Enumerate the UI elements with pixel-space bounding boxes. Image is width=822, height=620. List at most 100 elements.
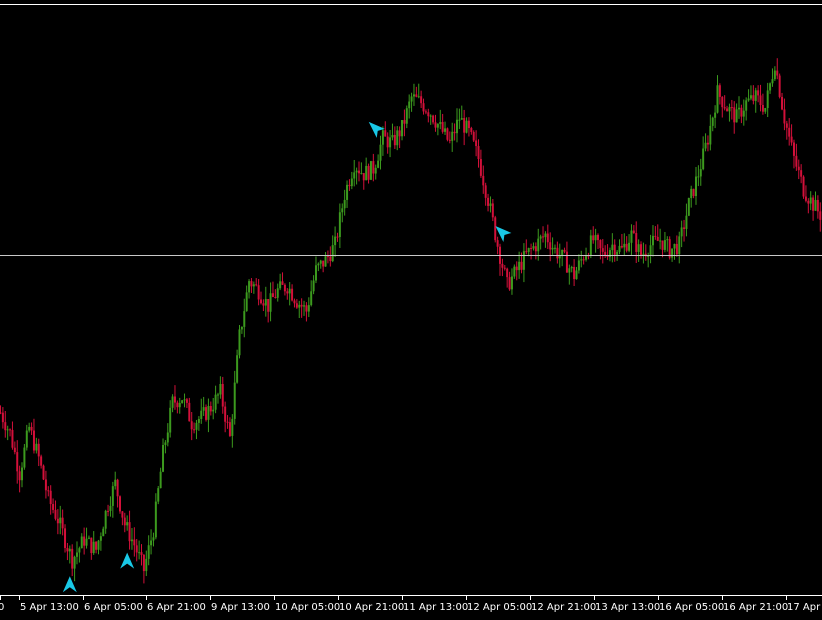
candle-body (111, 486, 114, 506)
candle-body (534, 246, 537, 252)
candle-body (723, 107, 726, 109)
candle-body (183, 399, 186, 401)
candle-body (6, 429, 9, 431)
candle-body (589, 235, 592, 256)
candle-body (281, 281, 284, 285)
candle-body (783, 109, 786, 124)
candle-body (711, 117, 714, 126)
candle-body (142, 554, 145, 572)
candle-body (353, 172, 356, 179)
candle-body (747, 98, 750, 101)
candle-body (23, 447, 26, 468)
candle-body (260, 299, 263, 304)
candle-body (386, 136, 389, 148)
x-tick-label: 10 Apr 21:00 (339, 602, 404, 613)
x-tick-label: 13 Apr 13:00 (595, 602, 660, 613)
candle-body (236, 355, 239, 383)
candle-body (778, 75, 781, 97)
candle-body (532, 246, 535, 249)
candle-body (42, 465, 45, 480)
candle-body (702, 148, 705, 170)
candle-body (580, 259, 583, 261)
candle-body (671, 248, 674, 258)
candle-body (164, 442, 167, 445)
candle-body (298, 304, 301, 308)
candle-body (362, 173, 365, 181)
candle-body (436, 124, 439, 128)
candle-body (216, 394, 219, 396)
candle-body (484, 185, 487, 198)
x-tick-label: 12 Apr 21:00 (531, 602, 596, 613)
candle-body (714, 112, 717, 118)
candle-body (429, 115, 432, 117)
candle-body (704, 142, 707, 149)
candle-body (197, 419, 200, 423)
candle-body (173, 396, 176, 403)
candle-body (819, 211, 822, 220)
candle-body (625, 243, 628, 251)
candle-body (697, 176, 700, 178)
candle-body (525, 251, 528, 253)
candle-body (592, 235, 595, 241)
x-tick-label: 11 Apr 13:00 (403, 602, 468, 613)
candle-body (424, 111, 427, 113)
candle-body (687, 198, 690, 216)
candle-body (546, 233, 549, 243)
candle-body (21, 467, 24, 481)
candle-body (209, 405, 212, 412)
candle-body (365, 165, 368, 181)
candle-body (759, 95, 762, 106)
candle-body (243, 311, 246, 327)
candle-body (771, 79, 774, 84)
candle-body (245, 292, 248, 312)
candle-body (73, 556, 76, 569)
candle-body (668, 239, 671, 258)
candle-body (150, 540, 153, 546)
candle-body (757, 90, 760, 96)
candle-body (157, 488, 160, 502)
candle-body (616, 251, 619, 255)
candle-body (32, 430, 35, 451)
candle-body (496, 240, 499, 247)
candle-body (766, 90, 769, 109)
candle-body (563, 249, 566, 252)
candle-body (130, 539, 133, 542)
candle-body (384, 130, 387, 137)
x-tick-label: 12 Apr 05:00 (467, 602, 532, 613)
candle-body (637, 244, 640, 252)
candle-body (252, 284, 255, 287)
candle-body (761, 105, 764, 112)
x-tick-label: 6 Apr 05:00 (84, 602, 143, 613)
candle-body (87, 537, 90, 539)
candle-body (520, 261, 523, 270)
candle-body (451, 131, 454, 141)
candle-body (80, 536, 83, 549)
candle-body (109, 505, 112, 511)
candle-body (706, 142, 709, 145)
candle-body (233, 382, 236, 419)
candle-body (202, 407, 205, 411)
x-tick-label: 0 (0, 602, 4, 613)
candle-body (733, 107, 736, 123)
candle-body (59, 517, 62, 524)
x-tick-label: 5 Apr 13:00 (20, 602, 79, 613)
candle-body (812, 197, 815, 211)
candle-body (640, 244, 643, 256)
candle-body (745, 100, 748, 111)
candle-body (472, 132, 475, 141)
candle-body (121, 511, 124, 518)
chart-background (0, 0, 822, 620)
candle-body (663, 240, 666, 250)
candle-body (159, 471, 162, 489)
candle-body (510, 276, 513, 290)
candle-body (195, 422, 198, 430)
candle-body (35, 443, 38, 451)
candle-body (226, 421, 229, 423)
candle-body (573, 266, 576, 280)
candle-body (350, 178, 353, 187)
candle-body (537, 238, 540, 252)
candle-body (565, 251, 568, 273)
candle-body (288, 288, 291, 294)
candle-body (37, 443, 40, 457)
price-chart[interactable]: 0 5 Apr 13:00 6 Apr 05:00 6 Apr 21:00 9 Apr … (0, 0, 822, 620)
